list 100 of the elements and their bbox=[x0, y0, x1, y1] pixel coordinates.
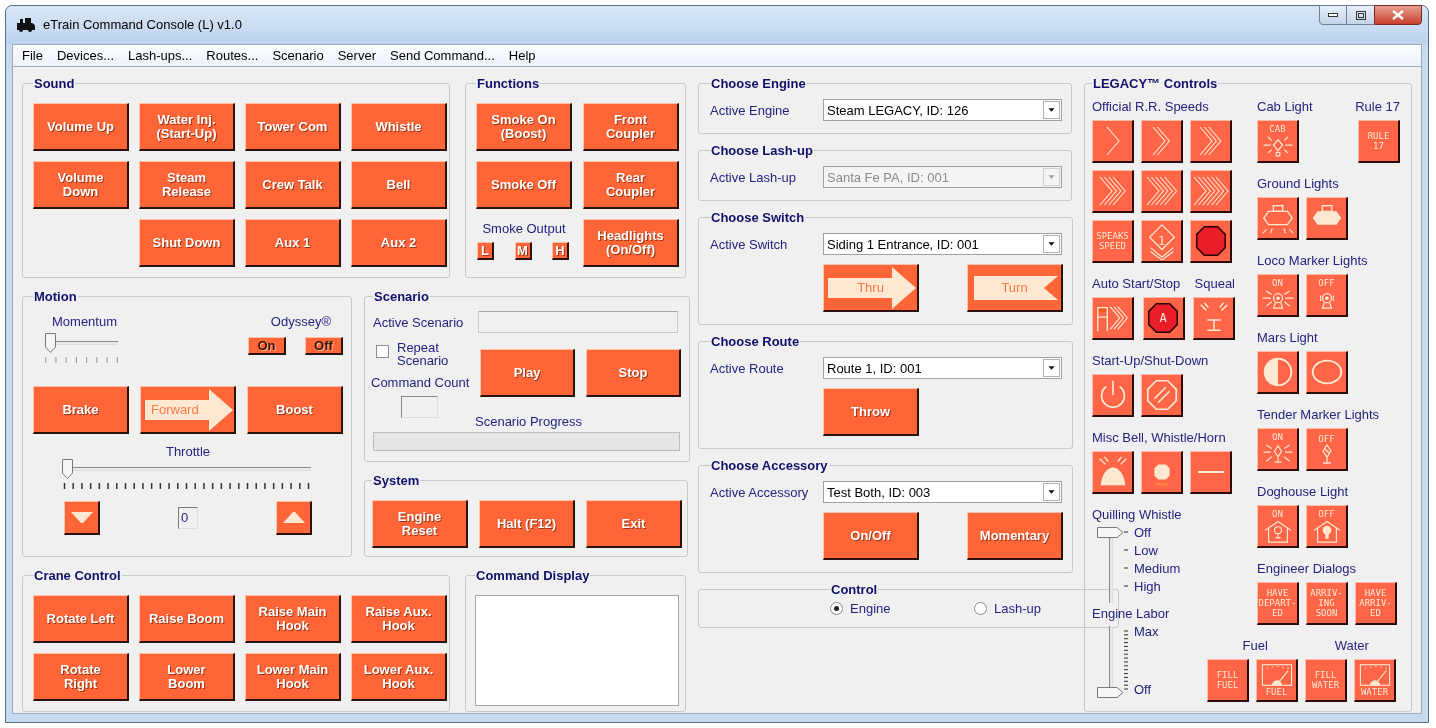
icon-button[interactable] bbox=[1306, 351, 1348, 394]
command-button[interactable]: Aux 1 bbox=[245, 219, 341, 267]
decrease-button[interactable] bbox=[64, 501, 100, 535]
close-button[interactable] bbox=[1374, 5, 1422, 25]
dropdown[interactable]: Steam LEGACY, ID: 126 bbox=[823, 99, 1062, 121]
minimize-button[interactable] bbox=[1319, 5, 1347, 25]
icon-button[interactable] bbox=[1306, 197, 1348, 240]
command-count-field[interactable] bbox=[401, 396, 438, 418]
icon-button[interactable] bbox=[1257, 351, 1299, 394]
command-button[interactable]: Lower Aux. Hook bbox=[351, 653, 447, 701]
slider-track[interactable] bbox=[1097, 527, 1124, 603]
icon-button[interactable]: HAVE DEPART- ED bbox=[1257, 582, 1299, 625]
command-button[interactable]: Raise Aux. Hook bbox=[351, 595, 447, 643]
command-button[interactable]: Rear Coupler bbox=[583, 161, 679, 209]
icon-button[interactable] bbox=[1092, 451, 1134, 494]
output-field[interactable] bbox=[475, 595, 679, 706]
icon-button[interactable]: ARRIV- ING SOON bbox=[1306, 582, 1348, 625]
command-button[interactable]: Shut Down bbox=[139, 219, 235, 267]
small-button[interactable]: On bbox=[248, 337, 286, 355]
command-button[interactable]: Aux 2 bbox=[351, 219, 447, 267]
command-button[interactable]: Play bbox=[480, 349, 575, 397]
menu-item[interactable]: Lash-ups... bbox=[128, 48, 193, 63]
command-button[interactable]: Crew Talk bbox=[245, 161, 341, 209]
command-button[interactable]: Smoke On (Boost) bbox=[476, 103, 572, 151]
radio-button[interactable] bbox=[974, 602, 987, 615]
command-button[interactable]: Rotate Left bbox=[33, 595, 129, 643]
icon-button[interactable]: RULE 17 bbox=[1358, 120, 1400, 163]
command-button[interactable]: Headlights (On/Off) bbox=[583, 219, 679, 267]
command-button[interactable]: Momentary bbox=[967, 512, 1063, 560]
icon-button[interactable]: OFF bbox=[1306, 505, 1348, 548]
command-button[interactable]: On/Off bbox=[823, 512, 919, 560]
scenario-field[interactable] bbox=[478, 311, 678, 333]
icon-button[interactable]: FILL WATER bbox=[1305, 659, 1347, 702]
checkbox[interactable] bbox=[376, 345, 389, 358]
command-button[interactable]: Brake bbox=[33, 386, 129, 434]
command-button[interactable]: Front Coupler bbox=[583, 103, 679, 151]
slider-track[interactable] bbox=[1097, 626, 1124, 698]
dropdown[interactable]: Test Both, ID: 003 bbox=[823, 481, 1062, 503]
menu-item[interactable]: Scenario bbox=[272, 48, 324, 63]
icon-button[interactable]: OFF bbox=[1306, 274, 1348, 317]
command-button[interactable]: Rotate Right bbox=[33, 653, 129, 701]
icon-button[interactable] bbox=[1092, 297, 1134, 340]
icon-button[interactable] bbox=[1092, 374, 1134, 417]
small-button[interactable]: M bbox=[514, 242, 532, 260]
command-button[interactable]: Turn bbox=[967, 264, 1063, 312]
icon-button[interactable]: OFF bbox=[1306, 428, 1348, 471]
command-button[interactable]: Smoke Off bbox=[476, 161, 572, 209]
command-button[interactable]: Forward bbox=[140, 386, 236, 434]
command-button[interactable]: Whistle bbox=[351, 103, 447, 151]
command-button[interactable]: Bell bbox=[351, 161, 447, 209]
maximize-button[interactable] bbox=[1347, 5, 1374, 25]
icon-button[interactable]: FILL FUEL bbox=[1207, 659, 1249, 702]
menu-item[interactable]: Send Command... bbox=[390, 48, 495, 63]
command-button[interactable]: Water Inj. (Start-Up) bbox=[139, 103, 235, 151]
icon-button[interactable] bbox=[1257, 197, 1299, 240]
slider-track[interactable] bbox=[62, 459, 311, 479]
icon-button[interactable] bbox=[1141, 170, 1183, 213]
icon-button[interactable]: WATER bbox=[1354, 659, 1396, 702]
icon-button[interactable]: A bbox=[1142, 297, 1185, 340]
radio-button[interactable] bbox=[830, 602, 843, 615]
menu-item[interactable]: Devices... bbox=[56, 48, 115, 63]
menu-item[interactable]: Routes... bbox=[206, 48, 259, 63]
command-button[interactable]: Stop bbox=[586, 349, 681, 397]
command-button[interactable]: Thru bbox=[823, 264, 919, 312]
icon-button[interactable]: CAB bbox=[1257, 120, 1299, 163]
icon-button[interactable]: ON bbox=[1257, 274, 1299, 317]
command-button[interactable]: Boost bbox=[247, 386, 343, 434]
command-button[interactable]: Steam Release bbox=[139, 161, 235, 209]
icon-button[interactable] bbox=[1141, 451, 1183, 494]
icon-button[interactable]: 1 bbox=[1141, 220, 1183, 263]
icon-button[interactable] bbox=[1190, 120, 1232, 163]
command-button[interactable]: Volume Up bbox=[33, 103, 129, 151]
dropdown[interactable]: Route 1, ID: 001 bbox=[823, 357, 1062, 379]
icon-button[interactable]: SPEAKS SPEED bbox=[1092, 220, 1134, 263]
command-button[interactable]: Engine Reset bbox=[372, 500, 468, 548]
icon-button[interactable] bbox=[1190, 451, 1232, 494]
command-button[interactable]: Raise Boom bbox=[139, 595, 235, 643]
icon-button[interactable] bbox=[1092, 120, 1134, 163]
menu-item[interactable]: Help bbox=[508, 48, 536, 63]
icon-button[interactable]: HAVE ARRIV- ED bbox=[1355, 582, 1397, 625]
dropdown[interactable]: Siding 1 Entrance, ID: 001 bbox=[823, 233, 1062, 255]
small-button[interactable]: Off bbox=[305, 337, 343, 355]
increase-button[interactable] bbox=[276, 501, 312, 535]
small-button[interactable]: L bbox=[477, 242, 494, 260]
slider-track[interactable] bbox=[45, 333, 118, 353]
icon-button[interactable] bbox=[1193, 297, 1235, 340]
icon-button[interactable]: ON bbox=[1257, 428, 1299, 471]
command-button[interactable]: Tower Com bbox=[245, 103, 341, 151]
throttle-value-field[interactable]: 0 bbox=[178, 507, 198, 529]
icon-button[interactable] bbox=[1092, 170, 1134, 213]
icon-button[interactable]: ON bbox=[1257, 505, 1299, 548]
command-button[interactable]: Halt (F12) bbox=[479, 500, 575, 548]
icon-button[interactable]: FUEL bbox=[1256, 659, 1298, 702]
icon-button[interactable] bbox=[1141, 374, 1183, 417]
menu-item[interactable]: File bbox=[22, 48, 43, 63]
menu-item[interactable]: Server bbox=[337, 48, 376, 63]
command-button[interactable]: Lower Main Hook bbox=[245, 653, 341, 701]
small-button[interactable]: H bbox=[552, 242, 569, 260]
command-button[interactable]: Raise Main Hook bbox=[245, 595, 341, 643]
icon-button[interactable] bbox=[1190, 170, 1232, 213]
